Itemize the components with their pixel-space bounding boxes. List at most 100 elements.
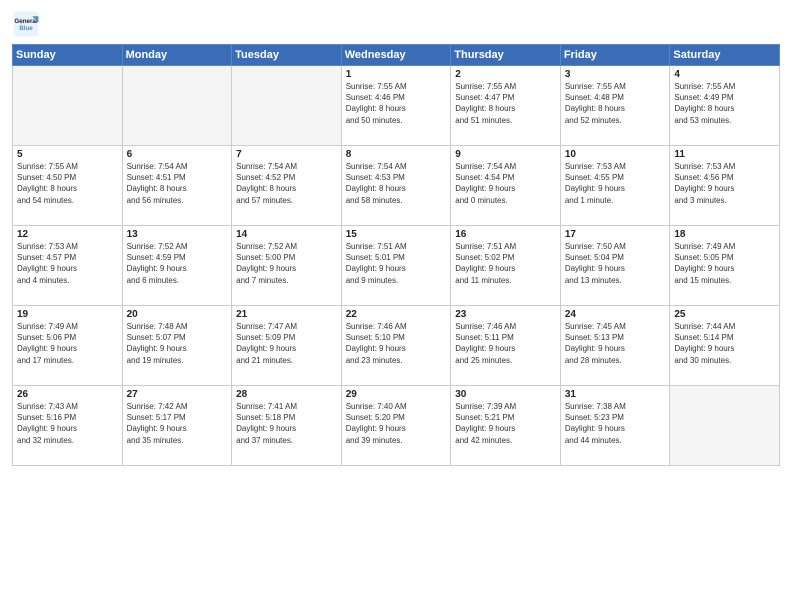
day-number: 28: [236, 389, 337, 400]
day-number: 1: [346, 69, 447, 80]
day-info: Sunrise: 7:55 AM Sunset: 4:46 PM Dayligh…: [346, 81, 447, 126]
day-info: Sunrise: 7:55 AM Sunset: 4:49 PM Dayligh…: [674, 81, 775, 126]
day-number: 29: [346, 389, 447, 400]
header-day: Monday: [122, 45, 232, 66]
header-day: Saturday: [670, 45, 780, 66]
day-number: 26: [17, 389, 118, 400]
calendar-cell: 27Sunrise: 7:42 AM Sunset: 5:17 PM Dayli…: [122, 386, 232, 466]
day-info: Sunrise: 7:49 AM Sunset: 5:05 PM Dayligh…: [674, 241, 775, 286]
day-number: 7: [236, 149, 337, 160]
day-number: 19: [17, 309, 118, 320]
day-info: Sunrise: 7:55 AM Sunset: 4:47 PM Dayligh…: [455, 81, 556, 126]
calendar-cell: 16Sunrise: 7:51 AM Sunset: 5:02 PM Dayli…: [451, 226, 561, 306]
day-info: Sunrise: 7:49 AM Sunset: 5:06 PM Dayligh…: [17, 321, 118, 366]
calendar-week-row: 1Sunrise: 7:55 AM Sunset: 4:46 PM Daylig…: [13, 66, 780, 146]
calendar-week-row: 5Sunrise: 7:55 AM Sunset: 4:50 PM Daylig…: [13, 146, 780, 226]
calendar-cell: [670, 386, 780, 466]
day-number: 30: [455, 389, 556, 400]
day-info: Sunrise: 7:39 AM Sunset: 5:21 PM Dayligh…: [455, 401, 556, 446]
day-info: Sunrise: 7:41 AM Sunset: 5:18 PM Dayligh…: [236, 401, 337, 446]
day-info: Sunrise: 7:54 AM Sunset: 4:51 PM Dayligh…: [127, 161, 228, 206]
day-number: 25: [674, 309, 775, 320]
calendar-cell: 22Sunrise: 7:46 AM Sunset: 5:10 PM Dayli…: [341, 306, 451, 386]
calendar-cell: 6Sunrise: 7:54 AM Sunset: 4:51 PM Daylig…: [122, 146, 232, 226]
calendar-cell: [13, 66, 123, 146]
calendar-table: SundayMondayTuesdayWednesdayThursdayFrid…: [12, 44, 780, 466]
calendar-cell: 30Sunrise: 7:39 AM Sunset: 5:21 PM Dayli…: [451, 386, 561, 466]
logo: General Blue: [12, 10, 40, 38]
calendar-week-row: 26Sunrise: 7:43 AM Sunset: 5:16 PM Dayli…: [13, 386, 780, 466]
day-number: 27: [127, 389, 228, 400]
calendar-cell: 14Sunrise: 7:52 AM Sunset: 5:00 PM Dayli…: [232, 226, 342, 306]
calendar-cell: 31Sunrise: 7:38 AM Sunset: 5:23 PM Dayli…: [560, 386, 670, 466]
day-number: 2: [455, 69, 556, 80]
svg-text:General: General: [14, 18, 37, 25]
day-info: Sunrise: 7:51 AM Sunset: 5:01 PM Dayligh…: [346, 241, 447, 286]
calendar-week-row: 19Sunrise: 7:49 AM Sunset: 5:06 PM Dayli…: [13, 306, 780, 386]
header-day: Sunday: [13, 45, 123, 66]
calendar-cell: 8Sunrise: 7:54 AM Sunset: 4:53 PM Daylig…: [341, 146, 451, 226]
day-number: 12: [17, 229, 118, 240]
day-number: 20: [127, 309, 228, 320]
calendar-cell: 23Sunrise: 7:46 AM Sunset: 5:11 PM Dayli…: [451, 306, 561, 386]
day-number: 3: [565, 69, 666, 80]
calendar-cell: 3Sunrise: 7:55 AM Sunset: 4:48 PM Daylig…: [560, 66, 670, 146]
day-info: Sunrise: 7:52 AM Sunset: 4:59 PM Dayligh…: [127, 241, 228, 286]
day-info: Sunrise: 7:44 AM Sunset: 5:14 PM Dayligh…: [674, 321, 775, 366]
day-number: 11: [674, 149, 775, 160]
calendar-cell: 7Sunrise: 7:54 AM Sunset: 4:52 PM Daylig…: [232, 146, 342, 226]
day-number: 24: [565, 309, 666, 320]
header: General Blue: [12, 10, 780, 38]
day-info: Sunrise: 7:46 AM Sunset: 5:11 PM Dayligh…: [455, 321, 556, 366]
day-info: Sunrise: 7:55 AM Sunset: 4:50 PM Dayligh…: [17, 161, 118, 206]
day-info: Sunrise: 7:43 AM Sunset: 5:16 PM Dayligh…: [17, 401, 118, 446]
header-day: Friday: [560, 45, 670, 66]
logo-icon: General Blue: [12, 10, 40, 38]
calendar-cell: 18Sunrise: 7:49 AM Sunset: 5:05 PM Dayli…: [670, 226, 780, 306]
calendar-cell: 28Sunrise: 7:41 AM Sunset: 5:18 PM Dayli…: [232, 386, 342, 466]
calendar-cell: 21Sunrise: 7:47 AM Sunset: 5:09 PM Dayli…: [232, 306, 342, 386]
day-info: Sunrise: 7:40 AM Sunset: 5:20 PM Dayligh…: [346, 401, 447, 446]
calendar-cell: 19Sunrise: 7:49 AM Sunset: 5:06 PM Dayli…: [13, 306, 123, 386]
calendar-cell: 1Sunrise: 7:55 AM Sunset: 4:46 PM Daylig…: [341, 66, 451, 146]
day-number: 13: [127, 229, 228, 240]
day-info: Sunrise: 7:52 AM Sunset: 5:00 PM Dayligh…: [236, 241, 337, 286]
page: General Blue SundayMondayTuesdayWednesda…: [0, 0, 792, 612]
day-info: Sunrise: 7:53 AM Sunset: 4:55 PM Dayligh…: [565, 161, 666, 206]
day-info: Sunrise: 7:53 AM Sunset: 4:57 PM Dayligh…: [17, 241, 118, 286]
day-number: 4: [674, 69, 775, 80]
calendar-cell: 26Sunrise: 7:43 AM Sunset: 5:16 PM Dayli…: [13, 386, 123, 466]
day-number: 31: [565, 389, 666, 400]
header-day: Tuesday: [232, 45, 342, 66]
day-number: 21: [236, 309, 337, 320]
day-info: Sunrise: 7:54 AM Sunset: 4:53 PM Dayligh…: [346, 161, 447, 206]
day-number: 17: [565, 229, 666, 240]
header-day: Wednesday: [341, 45, 451, 66]
calendar-cell: 13Sunrise: 7:52 AM Sunset: 4:59 PM Dayli…: [122, 226, 232, 306]
day-info: Sunrise: 7:42 AM Sunset: 5:17 PM Dayligh…: [127, 401, 228, 446]
day-info: Sunrise: 7:53 AM Sunset: 4:56 PM Dayligh…: [674, 161, 775, 206]
day-info: Sunrise: 7:50 AM Sunset: 5:04 PM Dayligh…: [565, 241, 666, 286]
day-number: 14: [236, 229, 337, 240]
calendar-cell: 17Sunrise: 7:50 AM Sunset: 5:04 PM Dayli…: [560, 226, 670, 306]
header-row: SundayMondayTuesdayWednesdayThursdayFrid…: [13, 45, 780, 66]
day-info: Sunrise: 7:54 AM Sunset: 4:52 PM Dayligh…: [236, 161, 337, 206]
calendar-cell: 25Sunrise: 7:44 AM Sunset: 5:14 PM Dayli…: [670, 306, 780, 386]
day-number: 23: [455, 309, 556, 320]
day-info: Sunrise: 7:47 AM Sunset: 5:09 PM Dayligh…: [236, 321, 337, 366]
day-info: Sunrise: 7:46 AM Sunset: 5:10 PM Dayligh…: [346, 321, 447, 366]
day-info: Sunrise: 7:48 AM Sunset: 5:07 PM Dayligh…: [127, 321, 228, 366]
calendar-cell: 5Sunrise: 7:55 AM Sunset: 4:50 PM Daylig…: [13, 146, 123, 226]
day-info: Sunrise: 7:54 AM Sunset: 4:54 PM Dayligh…: [455, 161, 556, 206]
calendar-cell: 24Sunrise: 7:45 AM Sunset: 5:13 PM Dayli…: [560, 306, 670, 386]
svg-text:Blue: Blue: [19, 25, 33, 32]
calendar-cell: 9Sunrise: 7:54 AM Sunset: 4:54 PM Daylig…: [451, 146, 561, 226]
calendar-week-row: 12Sunrise: 7:53 AM Sunset: 4:57 PM Dayli…: [13, 226, 780, 306]
day-info: Sunrise: 7:51 AM Sunset: 5:02 PM Dayligh…: [455, 241, 556, 286]
calendar-cell: 4Sunrise: 7:55 AM Sunset: 4:49 PM Daylig…: [670, 66, 780, 146]
day-number: 10: [565, 149, 666, 160]
calendar-cell: 2Sunrise: 7:55 AM Sunset: 4:47 PM Daylig…: [451, 66, 561, 146]
day-number: 16: [455, 229, 556, 240]
day-number: 22: [346, 309, 447, 320]
day-info: Sunrise: 7:55 AM Sunset: 4:48 PM Dayligh…: [565, 81, 666, 126]
